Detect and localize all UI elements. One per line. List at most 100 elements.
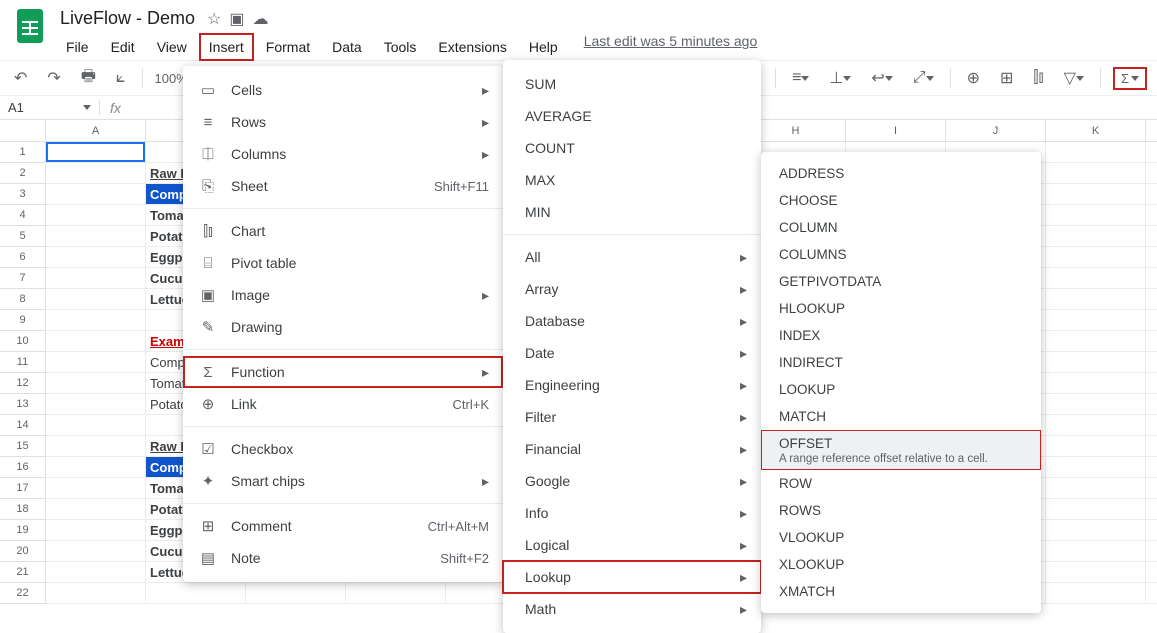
row-header[interactable]: 22 [0, 583, 46, 604]
cell[interactable] [1046, 163, 1146, 183]
column-header[interactable]: H [746, 120, 846, 141]
fn-category-math[interactable]: Math▸ [503, 593, 761, 625]
cell[interactable] [46, 247, 146, 267]
cell[interactable] [46, 478, 146, 498]
cell[interactable] [46, 520, 146, 540]
fn-item-choose[interactable]: CHOOSE [761, 187, 1041, 214]
cell[interactable] [46, 373, 146, 393]
insert-menu-item-checkbox[interactable]: ☑Checkbox [183, 433, 503, 465]
cell[interactable] [1046, 184, 1146, 204]
cell[interactable] [46, 184, 146, 204]
insert-comment-button[interactable]: ⊞ [996, 64, 1017, 92]
fn-item-lookup[interactable]: LOOKUP [761, 376, 1041, 403]
cell[interactable] [46, 499, 146, 519]
cell[interactable] [46, 352, 146, 372]
cell[interactable] [46, 541, 146, 561]
cell[interactable] [246, 583, 346, 603]
row-header[interactable]: 1 [0, 142, 46, 163]
align-horiz-button[interactable]: ≡ [788, 65, 813, 91]
name-box[interactable]: A1 [0, 100, 100, 115]
cell[interactable] [1046, 457, 1146, 477]
cell[interactable] [46, 457, 146, 477]
cell[interactable] [1046, 415, 1146, 435]
cell[interactable] [1046, 373, 1146, 393]
menu-help[interactable]: Help [519, 33, 568, 61]
print-button[interactable]: 🖶 [77, 61, 100, 96]
fn-item-rows[interactable]: ROWS [761, 497, 1041, 524]
fn-item-offset[interactable]: OFFSETA range reference offset relative … [761, 430, 1041, 470]
paint-format-button[interactable]: ⟀ [112, 65, 130, 91]
row-header[interactable]: 3 [0, 184, 46, 205]
cell[interactable] [46, 205, 146, 225]
cell[interactable] [46, 163, 146, 183]
fn-category-lookup[interactable]: Lookup▸ [503, 561, 761, 593]
cell[interactable] [1046, 394, 1146, 414]
fn-item-columns[interactable]: COLUMNS [761, 241, 1041, 268]
insert-menu-item-chart[interactable]: ⫿⫾Chart [183, 215, 503, 247]
fn-quick-min[interactable]: MIN [503, 196, 761, 228]
cell[interactable] [46, 142, 146, 162]
cell[interactable] [1046, 205, 1146, 225]
select-all-corner[interactable] [0, 120, 46, 141]
functions-button[interactable]: Σ [1113, 67, 1147, 90]
menu-view[interactable]: View [147, 33, 197, 61]
row-header[interactable]: 20 [0, 541, 46, 562]
sheets-logo[interactable] [10, 6, 50, 46]
cell[interactable] [1046, 499, 1146, 519]
fn-quick-sum[interactable]: SUM [503, 68, 761, 100]
fn-category-logical[interactable]: Logical▸ [503, 529, 761, 561]
cell[interactable] [1046, 541, 1146, 561]
insert-menu-item-note[interactable]: ▤NoteShift+F2 [183, 542, 503, 574]
menu-tools[interactable]: Tools [374, 33, 427, 61]
row-header[interactable]: 15 [0, 436, 46, 457]
cell[interactable] [1046, 478, 1146, 498]
cell[interactable] [1046, 268, 1146, 288]
column-header[interactable]: J [946, 120, 1046, 141]
fn-item-match[interactable]: MATCH [761, 403, 1041, 430]
row-header[interactable]: 12 [0, 373, 46, 394]
fn-item-row[interactable]: ROW [761, 470, 1041, 497]
cell[interactable] [46, 415, 146, 435]
fn-item-xmatch[interactable]: XMATCH [761, 578, 1041, 605]
fn-category-google[interactable]: Google▸ [503, 465, 761, 497]
align-vert-button[interactable]: ⊥ [825, 64, 855, 92]
menu-file[interactable]: File [56, 33, 99, 61]
cell[interactable] [1046, 436, 1146, 456]
undo-button[interactable]: ↶ [10, 64, 31, 92]
menu-format[interactable]: Format [256, 33, 320, 61]
insert-menu-item-function[interactable]: ΣFunction▸ [183, 356, 503, 388]
document-title[interactable]: LiveFlow - Demo [56, 6, 199, 31]
insert-menu-item-columns[interactable]: ⎅Columns▸ [183, 138, 503, 170]
row-header[interactable]: 6 [0, 247, 46, 268]
text-wrap-button[interactable]: ↩ [867, 64, 896, 92]
insert-menu-item-rows[interactable]: ≡Rows▸ [183, 106, 503, 138]
cell[interactable] [1046, 562, 1146, 582]
column-header[interactable]: K [1046, 120, 1146, 141]
column-header[interactable]: A [46, 120, 146, 141]
fn-item-address[interactable]: ADDRESS [761, 160, 1041, 187]
fn-item-getpivotdata[interactable]: GETPIVOTDATA [761, 268, 1041, 295]
row-header[interactable]: 8 [0, 289, 46, 310]
fn-quick-max[interactable]: MAX [503, 164, 761, 196]
row-header[interactable]: 19 [0, 520, 46, 541]
fn-item-xlookup[interactable]: XLOOKUP [761, 551, 1041, 578]
fn-category-all[interactable]: All▸ [503, 241, 761, 273]
cell[interactable] [46, 226, 146, 246]
cell[interactable] [146, 583, 246, 603]
move-to-folder-icon[interactable]: ▣ [229, 9, 244, 29]
row-header[interactable]: 7 [0, 268, 46, 289]
insert-menu-item-comment[interactable]: ⊞CommentCtrl+Alt+M [183, 510, 503, 542]
insert-link-button[interactable]: ⊕ [963, 64, 984, 92]
fn-category-financial[interactable]: Financial▸ [503, 433, 761, 465]
row-header[interactable]: 9 [0, 310, 46, 331]
cell[interactable] [1046, 520, 1146, 540]
insert-menu-item-smart-chips[interactable]: ✦Smart chips▸ [183, 465, 503, 497]
fn-category-info[interactable]: Info▸ [503, 497, 761, 529]
cell[interactable] [46, 436, 146, 456]
fn-category-engineering[interactable]: Engineering▸ [503, 369, 761, 401]
menu-extensions[interactable]: Extensions [428, 33, 516, 61]
insert-menu-item-drawing[interactable]: ✎Drawing [183, 311, 503, 343]
star-icon[interactable]: ☆ [207, 9, 221, 29]
insert-menu-item-pivot-table[interactable]: ⌸Pivot table [183, 247, 503, 279]
cell[interactable] [46, 583, 146, 603]
